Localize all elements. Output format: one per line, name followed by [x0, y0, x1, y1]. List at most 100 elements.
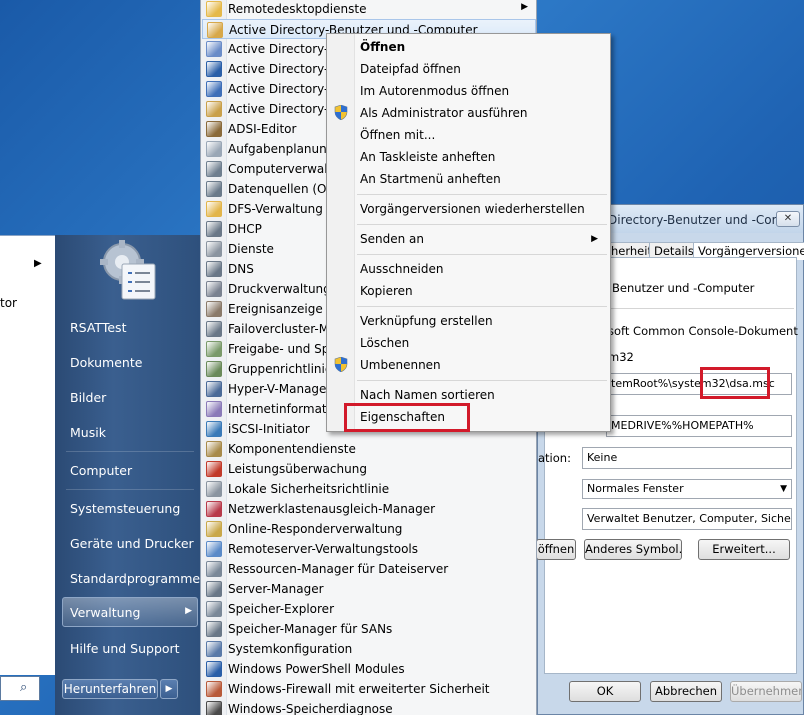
- submenu-item[interactable]: Windows-Firewall mit erweiterter Sicherh…: [202, 679, 536, 699]
- ok-button[interactable]: OK: [569, 681, 641, 702]
- apply-button[interactable]: Übernehmen: [730, 681, 802, 702]
- submenu-item-label: Gruppenrichtlinien: [228, 362, 340, 376]
- context-menu: Öffnen Dateipfad öffnen Im Autorenmodus öf…: [326, 33, 611, 432]
- submenu-item-label: Aufgabenplanung: [228, 142, 335, 156]
- chevron-right-icon: ▶: [34, 258, 42, 269]
- start-item-geraete[interactable]: Geräte und Drucker: [70, 536, 194, 551]
- cancel-button[interactable]: Abbrechen: [650, 681, 722, 702]
- comment-value: Verwaltet Benutzer, Computer, Sicherheit…: [587, 512, 792, 525]
- responder-icon: [206, 521, 222, 537]
- context-menu-item[interactable]: An Startmenü anheften: [360, 172, 501, 186]
- shutdown-button[interactable]: Herunterfahren: [62, 679, 158, 699]
- submenu-item[interactable]: Netzwerklastenausgleich-Manager: [202, 499, 536, 519]
- submenu-item[interactable]: Speicher-Explorer: [202, 599, 536, 619]
- shortcut-name: Benutzer und -Computer: [612, 281, 755, 295]
- submenu-item[interactable]: Windows-Speicherdiagnose: [202, 699, 536, 715]
- start-item-hilfe[interactable]: Hilfe und Support: [70, 641, 180, 656]
- context-menu-item[interactable]: Öffnen: [360, 40, 405, 54]
- start-item-computer[interactable]: Computer: [70, 463, 132, 478]
- shortcut-key-field[interactable]: Keine: [582, 447, 792, 469]
- submenu-item-label: Active Directory-M: [228, 62, 339, 76]
- ad-sites-icon: [206, 81, 222, 97]
- open-location-button[interactable]: öffnen: [536, 539, 576, 560]
- submenu-item[interactable]: Server-Manager: [202, 579, 536, 599]
- submenu-item-label: Systemkonfiguration: [228, 642, 353, 656]
- submenu-item-label: Failovercluster-Ma: [228, 322, 337, 336]
- component-icon: [206, 441, 222, 457]
- submenu-item[interactable]: Online-Responderverwaltung: [202, 519, 536, 539]
- iscsi-icon: [206, 421, 222, 437]
- search-input[interactable]: ⌕: [0, 676, 40, 701]
- start-item-standardprogramme[interactable]: Standardprogramme: [70, 571, 200, 586]
- submenu-item[interactable]: Windows PowerShell Modules: [202, 659, 536, 679]
- start-item-musik[interactable]: Musik: [70, 425, 106, 440]
- chevron-right-icon: ▶: [165, 684, 173, 694]
- submenu-item[interactable]: Lokale Sicherheitsrichtlinie: [202, 479, 536, 499]
- context-menu-item[interactable]: Vorgängerversionen wiederherstellen: [360, 202, 585, 216]
- context-menu-item[interactable]: Als Administrator ausführen: [360, 106, 528, 120]
- printer-icon: [206, 281, 222, 297]
- context-menu-item[interactable]: Kopieren: [360, 284, 413, 298]
- submenu-item-label: Speicher-Manager für SANs: [228, 622, 393, 636]
- ad-admin-icon: [206, 101, 222, 117]
- close-icon[interactable]: ✕: [776, 211, 800, 227]
- cluster-icon: [206, 321, 222, 337]
- change-icon-button[interactable]: Anderes Symbol...: [584, 539, 682, 560]
- advanced-button[interactable]: Erweitert...: [698, 539, 790, 560]
- submenu-item-label: Komponentendienste: [228, 442, 356, 456]
- context-menu-item[interactable]: Öffnen mit...: [360, 128, 435, 142]
- target-location-value: m32: [608, 350, 634, 364]
- submenu-item-label: Netzwerklastenausgleich-Manager: [228, 502, 436, 516]
- comment-field[interactable]: Verwaltet Benutzer, Computer, Sicherheit…: [582, 508, 792, 530]
- start-item-systemsteuerung[interactable]: Systemsteuerung: [70, 501, 180, 516]
- start-item-rsattest[interactable]: RSATTest: [70, 320, 126, 335]
- submenu-item[interactable]: Systemkonfiguration: [202, 639, 536, 659]
- start-menu-programs-panel: ▶ tor: [0, 235, 62, 675]
- context-menu-item[interactable]: Nach Namen sortieren: [360, 388, 495, 402]
- dhcp-icon: [206, 221, 222, 237]
- storage-explorer-icon: [206, 601, 222, 617]
- run-select-value: Normales Fenster: [587, 482, 684, 495]
- submenu-item[interactable]: Remoteserver-Verwaltungstools: [202, 539, 536, 559]
- shutdown-options-button[interactable]: ▶: [160, 679, 178, 699]
- start-in-field[interactable]: MEDRIVE%%HOMEPATH%: [606, 415, 792, 437]
- submenu-item-label: Speicher-Explorer: [228, 602, 334, 616]
- verwaltung-label: Verwaltung: [70, 605, 141, 620]
- target-type-value: soft Common Console-Dokument: [608, 324, 798, 338]
- submenu-item-label: Dienste: [228, 242, 274, 256]
- start-item-dokumente[interactable]: Dokumente: [70, 355, 142, 370]
- submenu-item-label: ADSI-Editor: [228, 122, 297, 136]
- context-menu-item[interactable]: Verknüpfung erstellen: [360, 314, 493, 328]
- shortcut-key-value: Keine: [587, 451, 618, 464]
- chevron-right-icon: ▶: [591, 234, 598, 244]
- submenu-item[interactable]: Speicher-Manager für SANs: [202, 619, 536, 639]
- submenu-item-label: Ressourcen-Manager für Dateiserver: [228, 562, 449, 576]
- submenu-item-label: Windows PowerShell Modules: [228, 662, 405, 676]
- submenu-item-label: Ereignisanzeige: [228, 302, 323, 316]
- context-menu-item[interactable]: Senden an: [360, 232, 424, 246]
- submenu-item-label: Active Directory-St: [228, 82, 341, 96]
- divider: [66, 489, 194, 490]
- run-select[interactable]: Normales Fenster ▼: [582, 479, 792, 499]
- divider: [357, 254, 607, 255]
- submenu-item[interactable]: Komponentendienste: [202, 439, 536, 459]
- context-menu-item[interactable]: Ausschneiden: [360, 262, 443, 276]
- context-menu-item[interactable]: Im Autorenmodus öffnen: [360, 84, 509, 98]
- submenu-item-label: DFS-Verwaltung: [228, 202, 323, 216]
- start-item-bilder[interactable]: Bilder: [70, 390, 106, 405]
- odbc-icon: [206, 181, 222, 197]
- submenu-item-label: Remoteserver-Verwaltungstools: [228, 542, 419, 556]
- submenu-item[interactable]: Remotedesktopdienste ▶: [202, 0, 536, 19]
- context-menu-item[interactable]: Löschen: [360, 336, 409, 350]
- security-policy-icon: [206, 481, 222, 497]
- context-menu-item[interactable]: Umbenennen: [360, 358, 441, 372]
- submenu-item[interactable]: Ressourcen-Manager für Dateiserver: [202, 559, 536, 579]
- clock-icon: [206, 141, 222, 157]
- submenu-item-label: DNS: [228, 262, 254, 276]
- context-menu-item[interactable]: An Taskleiste anheften: [360, 150, 495, 164]
- folder-icon: [206, 1, 222, 17]
- gpo-icon: [206, 361, 222, 377]
- start-item-verwaltung[interactable]: Verwaltung ▶: [62, 597, 198, 627]
- submenu-item[interactable]: Leistungsüberwachung: [202, 459, 536, 479]
- context-menu-item[interactable]: Dateipfad öffnen: [360, 62, 461, 76]
